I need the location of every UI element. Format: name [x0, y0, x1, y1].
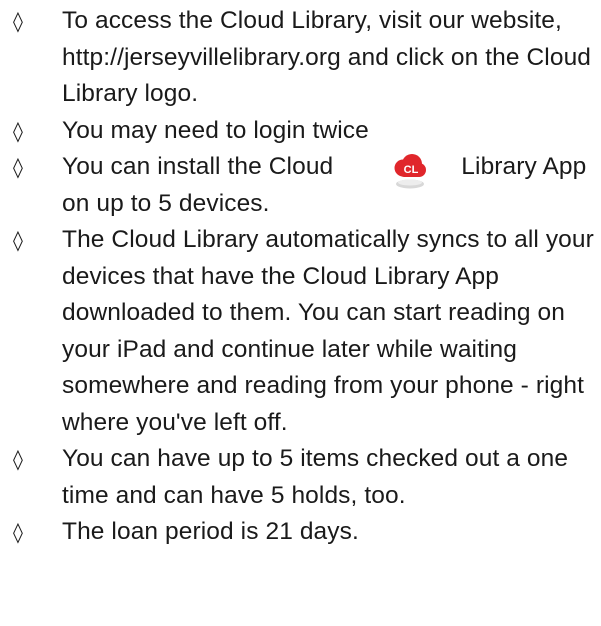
diamond-bullet-icon: ◊ — [13, 9, 23, 33]
diamond-bullet-icon: ◊ — [13, 228, 23, 252]
list-item-text: To access the Cloud Library, visit our w… — [62, 7, 592, 107]
list-item: ◊ You may need to login twice — [0, 113, 601, 150]
cloud-library-logo-icon: CL — [394, 154, 426, 189]
list-item: ◊ To access the Cloud Library, visit our… — [0, 3, 601, 113]
document-page: ◊ To access the Cloud Library, visit our… — [0, 0, 601, 626]
list-item-text: The loan period is 21 days. — [62, 518, 359, 545]
logo-text: CL — [404, 164, 419, 176]
diamond-bullet-icon: ◊ — [13, 447, 23, 471]
list-item: ◊ The loan period is 21 days. — [0, 514, 601, 551]
list-item-text: You can have up to 5 items checked out a… — [62, 445, 569, 509]
list-item-text-before-logo: You can install the Cloud — [62, 153, 334, 180]
list-item: ◊ You can have up to 5 items checked out… — [0, 441, 601, 514]
bullet-list: ◊ To access the Cloud Library, visit our… — [0, 3, 601, 551]
diamond-bullet-icon: ◊ — [13, 118, 23, 143]
diamond-bullet-icon: ◊ — [13, 155, 23, 179]
list-item: ◊ You can install the Cloud Library App o… — [0, 149, 601, 222]
diamond-bullet-icon: ◊ — [13, 520, 23, 544]
list-item-text: The Cloud Library automatically syncs to… — [62, 226, 594, 436]
list-item-text: You may need to login twice — [62, 116, 369, 144]
list-item: ◊ The Cloud Library automatically syncs … — [0, 222, 601, 441]
